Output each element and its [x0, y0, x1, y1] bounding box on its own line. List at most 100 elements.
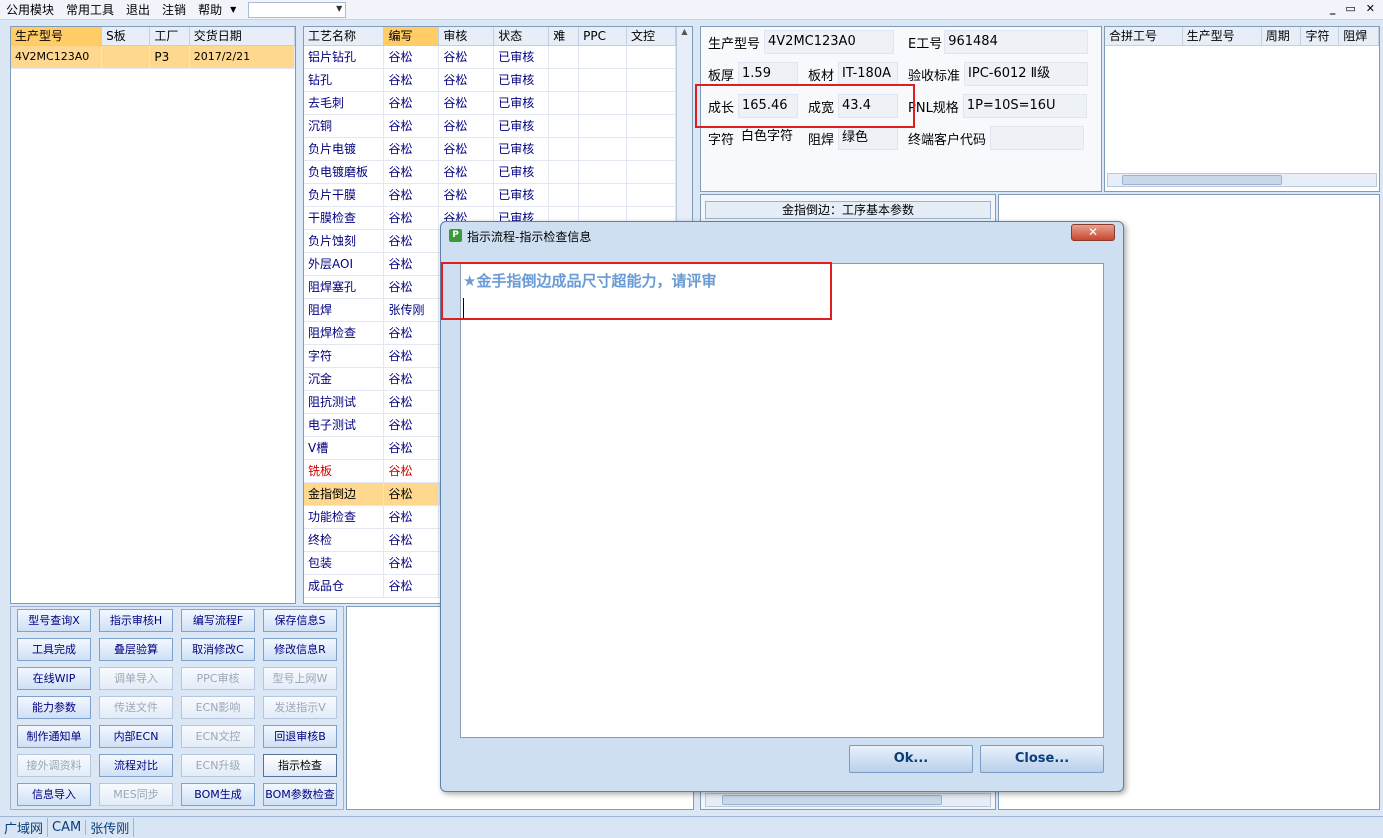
- col-merge-cycle[interactable]: 周期: [1261, 27, 1302, 46]
- cell: 谷松: [438, 183, 495, 207]
- scroll-up-icon[interactable]: ▲: [677, 27, 692, 36]
- dialog-message-area[interactable]: ★金手指倒边成品尺寸超能力，请评审: [460, 263, 1104, 738]
- chevron-down-icon[interactable]: ▼: [228, 0, 238, 20]
- cell: 4V2MC123A0: [11, 45, 103, 69]
- highlight-size-box: [695, 84, 915, 128]
- cell: 谷松: [383, 390, 440, 414]
- action-button[interactable]: 内部ECN: [99, 725, 173, 748]
- action-button[interactable]: MES同步: [99, 783, 173, 806]
- action-button[interactable]: 型号上网W: [263, 667, 337, 690]
- table-row[interactable]: 钻孔 谷松 谷松 已审核: [304, 68, 676, 92]
- cell: 谷松: [383, 68, 440, 92]
- cell: [548, 137, 580, 161]
- col-delivery-date[interactable]: 交货日期: [189, 27, 296, 46]
- action-button[interactable]: 型号查询X: [17, 609, 91, 632]
- minimize-icon[interactable]: _: [1330, 2, 1336, 15]
- action-button[interactable]: 回退审核B: [263, 725, 337, 748]
- cell: 包装: [304, 551, 385, 575]
- action-button[interactable]: 修改信息R: [263, 638, 337, 661]
- col-model[interactable]: 生产型号: [11, 27, 103, 46]
- col-ppc[interactable]: PPC: [578, 27, 628, 46]
- dialog-close-button[interactable]: ✕: [1071, 224, 1115, 241]
- ok-button[interactable]: Ok...: [849, 745, 973, 773]
- character-field: 字符 白色字符: [708, 129, 794, 148]
- action-button[interactable]: 工具完成: [17, 638, 91, 661]
- action-button[interactable]: BOM参数检查: [263, 783, 337, 806]
- scroll-thumb[interactable]: [722, 795, 942, 805]
- merge-hscrollbar[interactable]: [1107, 173, 1377, 187]
- action-button[interactable]: 编写流程F: [181, 609, 255, 632]
- status-user: 张传刚: [86, 818, 135, 837]
- mask-field: 阻焊 绿色: [808, 126, 899, 150]
- table-row[interactable]: 负片电镀 谷松 谷松 已审核: [304, 137, 676, 161]
- col-merge-char[interactable]: 字符: [1300, 27, 1340, 46]
- col-difficulty[interactable]: 难: [548, 27, 580, 46]
- cell: 谷松: [383, 229, 440, 253]
- col-merge-mask[interactable]: 阻焊: [1338, 27, 1379, 46]
- action-button[interactable]: 指示检查: [263, 754, 337, 777]
- cell: 谷松: [383, 45, 440, 69]
- close-icon[interactable]: ✕: [1366, 2, 1375, 15]
- action-button[interactable]: 制作通知单: [17, 725, 91, 748]
- menu-logout[interactable]: 注销: [156, 0, 192, 20]
- table-row[interactable]: 负电镀磨板 谷松 谷松 已审核: [304, 160, 676, 184]
- table-row[interactable]: 铝片钻孔 谷松 谷松 已审核: [304, 45, 676, 69]
- action-button[interactable]: 调单导入: [99, 667, 173, 690]
- cell: 负片蚀刻: [304, 229, 385, 253]
- cell: 谷松: [383, 574, 440, 598]
- action-button[interactable]: 在线WIP: [17, 667, 91, 690]
- col-s-board[interactable]: S板: [101, 27, 151, 46]
- cell: 已审核: [493, 160, 550, 184]
- restore-icon[interactable]: ▭: [1345, 2, 1355, 15]
- action-button[interactable]: 接外调资料: [17, 754, 91, 777]
- col-factory[interactable]: 工厂: [149, 27, 190, 46]
- cell: 已审核: [493, 114, 550, 138]
- action-button[interactable]: 传送文件: [99, 696, 173, 719]
- table-row[interactable]: 负片干膜 谷松 谷松 已审核: [304, 183, 676, 207]
- scroll-thumb[interactable]: [1122, 175, 1282, 185]
- cell: 谷松: [438, 45, 495, 69]
- material-field: 板材 IT-180A: [808, 62, 899, 86]
- close-button[interactable]: Close...: [980, 745, 1104, 773]
- col-reviewer[interactable]: 审核: [438, 27, 495, 46]
- action-button[interactable]: ECN升级: [181, 754, 255, 777]
- table-row[interactable]: 4V2MC123A0 P3 2017/2/21: [11, 45, 296, 69]
- toolbar-combo[interactable]: ▼: [248, 1, 347, 18]
- cell: 张传刚: [383, 298, 440, 322]
- orders-panel: 生产型号 S板 工厂 交货日期 4V2MC123A0 P3 2017/2/21: [10, 26, 296, 604]
- action-button[interactable]: BOM生成: [181, 783, 255, 806]
- action-button[interactable]: 发送指示V: [263, 696, 337, 719]
- action-button[interactable]: 叠层验算: [99, 638, 173, 661]
- col-author[interactable]: 编写: [383, 27, 440, 46]
- menu-common-tools[interactable]: 常用工具: [60, 0, 120, 20]
- step-hscrollbar[interactable]: [705, 793, 991, 807]
- cell: 沉金: [304, 367, 385, 391]
- action-button[interactable]: PPC审核: [181, 667, 255, 690]
- cell: 已审核: [493, 137, 550, 161]
- action-button[interactable]: ECN影响: [181, 696, 255, 719]
- action-button[interactable]: 指示审核H: [99, 609, 173, 632]
- action-button[interactable]: 保存信息S: [263, 609, 337, 632]
- col-status[interactable]: 状态: [493, 27, 550, 46]
- table-row[interactable]: 去毛刺 谷松 谷松 已审核: [304, 91, 676, 115]
- menu-help[interactable]: 帮助: [192, 0, 228, 20]
- table-row[interactable]: 沉铜 谷松 谷松 已审核: [304, 114, 676, 138]
- action-button[interactable]: 流程对比: [99, 754, 173, 777]
- cell: [548, 114, 580, 138]
- cell: [626, 137, 676, 161]
- action-button[interactable]: 能力参数: [17, 696, 91, 719]
- col-process-name[interactable]: 工艺名称: [304, 27, 385, 46]
- menu-public-modules[interactable]: 公用模块: [0, 0, 60, 20]
- col-merge-model[interactable]: 生产型号: [1182, 27, 1262, 46]
- col-doc-control[interactable]: 文控: [626, 27, 676, 46]
- cell: 谷松: [383, 551, 440, 575]
- cell: 谷松: [383, 436, 440, 460]
- col-merge-no[interactable]: 合拼工号: [1105, 27, 1183, 46]
- action-button[interactable]: 信息导入: [17, 783, 91, 806]
- cell: [578, 183, 628, 207]
- action-button[interactable]: 取消修改C: [181, 638, 255, 661]
- cell: [578, 160, 628, 184]
- app-icon: P: [449, 229, 462, 242]
- action-button[interactable]: ECN文控: [181, 725, 255, 748]
- menu-exit[interactable]: 退出: [120, 0, 156, 20]
